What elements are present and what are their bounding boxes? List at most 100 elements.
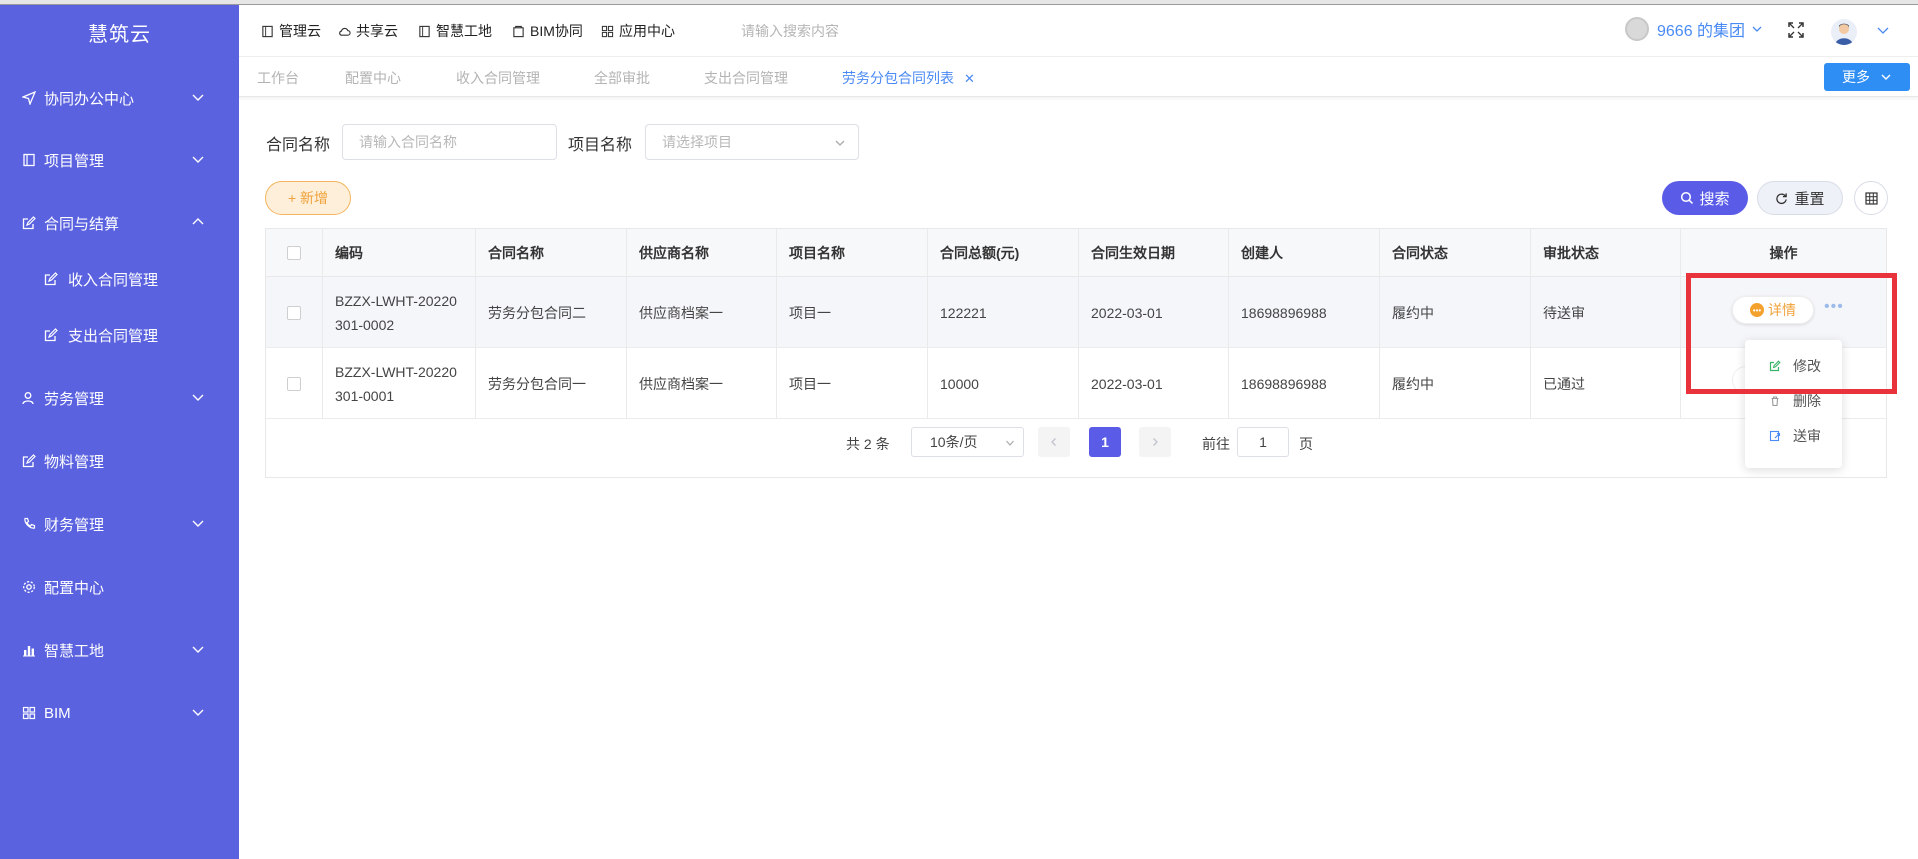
tab-workbench[interactable]: 工作台 — [257, 68, 299, 88]
column-settings-button[interactable] — [1854, 181, 1888, 215]
nav-shared-cloud[interactable]: 共享云 — [338, 21, 398, 41]
chevron-down-icon — [192, 394, 204, 401]
sidebar-item-label: 收入合同管理 — [68, 271, 159, 289]
edit-icon — [22, 216, 36, 230]
dropdown-item-edit[interactable]: 修改 — [1745, 351, 1842, 381]
edit-icon — [22, 454, 36, 468]
sidebar-item-materials[interactable]: 物料管理 — [0, 441, 239, 481]
nav-label: 管理云 — [279, 23, 321, 39]
sidebar-item-label: BIM — [44, 704, 71, 722]
send-icon — [22, 91, 36, 105]
sidebar-item-label: 项目管理 — [44, 152, 105, 170]
contract-name-label: 合同名称 — [266, 137, 331, 154]
goto-page-input[interactable]: 1 — [1237, 427, 1289, 457]
detail-button[interactable]: ••• 详情 — [1732, 296, 1814, 324]
dropdown-item-submit-review[interactable]: 送审 — [1745, 421, 1842, 451]
chevron-down-icon — [192, 646, 204, 653]
column-header: 操作 — [1769, 245, 1798, 261]
approval-status-cell: 待送审 — [1531, 277, 1681, 348]
creator-cell: 18698896988 — [1229, 277, 1380, 348]
sidebar: 慧筑云 协同办公中心 项目管理 合同与结算 收入合同管理 支出合同管理 劳务管理… — [0, 5, 239, 859]
more-button[interactable]: 更多 — [1824, 63, 1910, 91]
chevron-down-icon[interactable] — [1876, 23, 1890, 37]
close-icon[interactable]: ✕ — [964, 71, 975, 86]
prev-page-button[interactable] — [1038, 427, 1070, 457]
grid-icon — [601, 25, 614, 37]
sidebar-item-collab-office[interactable]: 协同办公中心 — [0, 78, 239, 118]
page-button-current[interactable]: 1 — [1089, 427, 1121, 457]
row-checkbox[interactable] — [287, 305, 301, 320]
global-search-input[interactable]: 请输入搜索内容 — [741, 21, 839, 41]
sidebar-item-label: 智慧工地 — [44, 642, 105, 660]
sidebar-item-project[interactable]: 项目管理 — [0, 140, 239, 180]
sidebar-item-finance[interactable]: 财务管理 — [0, 504, 239, 544]
detail-label: 详情 — [1768, 302, 1796, 318]
code-cell: BZZX-LWHT-20220 301-0002 — [323, 277, 476, 348]
approval-status-cell: 已通过 — [1531, 348, 1681, 419]
page-unit-label: 页 — [1299, 436, 1313, 452]
add-button[interactable]: + 新增 — [265, 181, 351, 215]
edit-icon — [44, 328, 58, 342]
sidebar-subitem-expense-contract[interactable]: 支出合同管理 — [0, 315, 239, 355]
column-header: 合同名称 — [476, 229, 627, 277]
sidebar-item-smart-site[interactable]: 智慧工地 — [0, 630, 239, 670]
nav-smart-site[interactable]: 智慧工地 — [418, 21, 492, 41]
refresh-icon — [1776, 192, 1788, 204]
tabs-bar: 工作台 配置中心 收入合同管理 全部审批 支出合同管理 劳务分包合同列表 ✕ 更多 — [239, 57, 1918, 97]
goto-label: 前往 — [1202, 436, 1230, 452]
tab-all-approvals[interactable]: 全部审批 — [594, 68, 650, 88]
book-icon — [262, 25, 273, 37]
org-switcher[interactable]: 9666 的集团 — [1625, 17, 1763, 41]
nav-bim-collab[interactable]: BIM协同 — [512, 21, 583, 41]
project-select[interactable]: 请选择项目 — [645, 124, 859, 160]
row-checkbox[interactable] — [287, 376, 301, 391]
nav-app-center[interactable]: 应用中心 — [601, 21, 675, 41]
send-review-icon — [1769, 430, 1781, 442]
sidebar-subitem-income-contract[interactable]: 收入合同管理 — [0, 259, 239, 299]
project-name-label: 项目名称 — [568, 137, 633, 154]
sidebar-item-labor[interactable]: 劳务管理 — [0, 378, 239, 418]
select-all-checkbox[interactable] — [287, 246, 301, 260]
edit-icon — [1769, 360, 1781, 372]
tab-expense-contract[interactable]: 支出合同管理 — [704, 68, 788, 88]
more-actions-icon[interactable]: ••• — [1824, 298, 1844, 316]
sidebar-item-contract-settlement[interactable]: 合同与结算 — [0, 203, 239, 243]
chevron-up-icon — [192, 218, 204, 225]
nav-label: 智慧工地 — [436, 23, 492, 39]
bar-chart-icon — [22, 643, 36, 657]
tab-income-contract[interactable]: 收入合同管理 — [456, 68, 540, 88]
column-header: 合同生效日期 — [1079, 229, 1229, 277]
dropdown-item-delete[interactable]: 删除 — [1745, 386, 1842, 416]
code-line: 301-0001 — [335, 387, 395, 404]
column-header: 项目名称 — [777, 229, 928, 277]
contract-name-cell: 劳务分包合同二 — [476, 277, 627, 348]
reset-button[interactable]: 重置 — [1757, 181, 1843, 215]
column-header: 创建人 — [1229, 229, 1380, 277]
sidebar-item-config-center[interactable]: 配置中心 — [0, 567, 239, 607]
org-name: 9666 的集团 — [1657, 23, 1746, 40]
select-all-cell — [266, 229, 323, 277]
nav-management-cloud[interactable]: 管理云 — [261, 21, 321, 41]
user-avatar[interactable] — [1831, 19, 1857, 45]
tab-labor-subcontract-list[interactable]: 劳务分包合同列表 ✕ — [842, 68, 975, 88]
sidebar-item-bim[interactable]: BIM — [0, 693, 239, 733]
contract-name-input[interactable]: 请输入合同名称 — [342, 124, 557, 160]
code-line: 301-0002 — [335, 316, 395, 333]
code-cell: BZZX-LWHT-20220 301-0001 — [323, 348, 476, 419]
top-header: 管理云 共享云 智慧工地 BIM协同 应用中心 请输入搜索内容 9666 的集团 — [239, 5, 1918, 57]
table-row: BZZX-LWHT-20220 301-0001 劳务分包合同一 供应商档案一 … — [266, 348, 1886, 419]
supplier-cell: 供应商档案一 — [627, 277, 777, 348]
table-row: BZZX-LWHT-20220 301-0002 劳务分包合同二 供应商档案一 … — [266, 277, 1886, 348]
fullscreen-icon[interactable] — [1787, 21, 1805, 39]
page-size-select[interactable]: 10条/页 — [911, 427, 1024, 457]
contract-name-cell: 劳务分包合同一 — [476, 348, 627, 419]
search-button[interactable]: 搜索 — [1662, 181, 1748, 215]
project-cell: 项目一 — [777, 348, 928, 419]
contract-status-cell: 履约中 — [1380, 277, 1531, 348]
dropdown-item-label: 修改 — [1793, 358, 1821, 374]
code-line: BZZX-LWHT-20220 — [335, 292, 457, 309]
table-grid-icon — [1864, 191, 1878, 205]
tab-config-center[interactable]: 配置中心 — [345, 68, 401, 88]
nav-label: 共享云 — [356, 23, 398, 39]
next-page-button[interactable] — [1139, 427, 1171, 457]
